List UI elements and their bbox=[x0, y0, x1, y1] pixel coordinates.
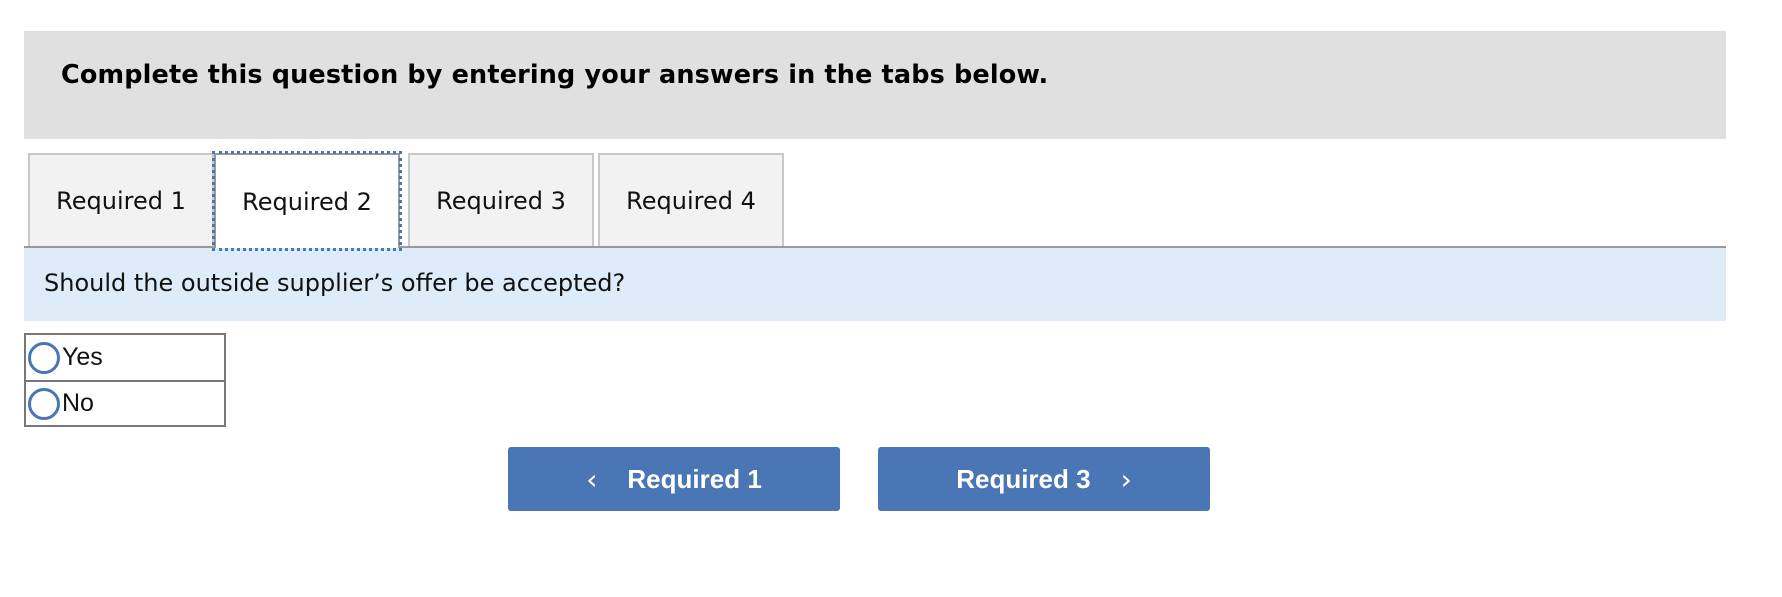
tab-label: Required 1 bbox=[56, 186, 186, 215]
tab-bar: Required 1 Required 2 Required 3 Require… bbox=[24, 150, 1726, 251]
tab-required-4[interactable]: Required 4 bbox=[598, 153, 784, 246]
radio-unchecked-icon[interactable] bbox=[28, 387, 60, 420]
radio-unchecked-icon[interactable] bbox=[28, 341, 60, 374]
instructions-text: Complete this question by entering your … bbox=[61, 60, 1049, 90]
chevron-left-icon: ‹ bbox=[586, 462, 598, 496]
tab-required-1[interactable]: Required 1 bbox=[28, 153, 214, 246]
chevron-right-icon: › bbox=[1120, 462, 1132, 496]
choice-label: No bbox=[62, 389, 94, 417]
tab-required-3[interactable]: Required 3 bbox=[408, 153, 594, 246]
prev-tab-button[interactable]: ‹ Required 1 bbox=[508, 447, 840, 511]
answer-choices: Yes No bbox=[24, 333, 226, 427]
prev-button-label: Required 1 bbox=[627, 463, 762, 494]
tab-required-2[interactable]: Required 2 bbox=[212, 151, 402, 251]
question-text: Should the outside supplier’s offer be a… bbox=[44, 269, 626, 297]
tab-label: Required 3 bbox=[436, 186, 566, 215]
question-prompt: Should the outside supplier’s offer be a… bbox=[24, 248, 1726, 321]
tab-label: Required 2 bbox=[242, 187, 372, 216]
choice-yes[interactable]: Yes bbox=[26, 335, 224, 380]
tab-label: Required 4 bbox=[626, 186, 756, 215]
choice-label: Yes bbox=[62, 343, 103, 371]
instructions-banner: Complete this question by entering your … bbox=[24, 31, 1726, 139]
choice-no[interactable]: No bbox=[26, 380, 224, 425]
next-tab-button[interactable]: Required 3 › bbox=[878, 447, 1210, 511]
next-button-label: Required 3 bbox=[956, 463, 1091, 494]
